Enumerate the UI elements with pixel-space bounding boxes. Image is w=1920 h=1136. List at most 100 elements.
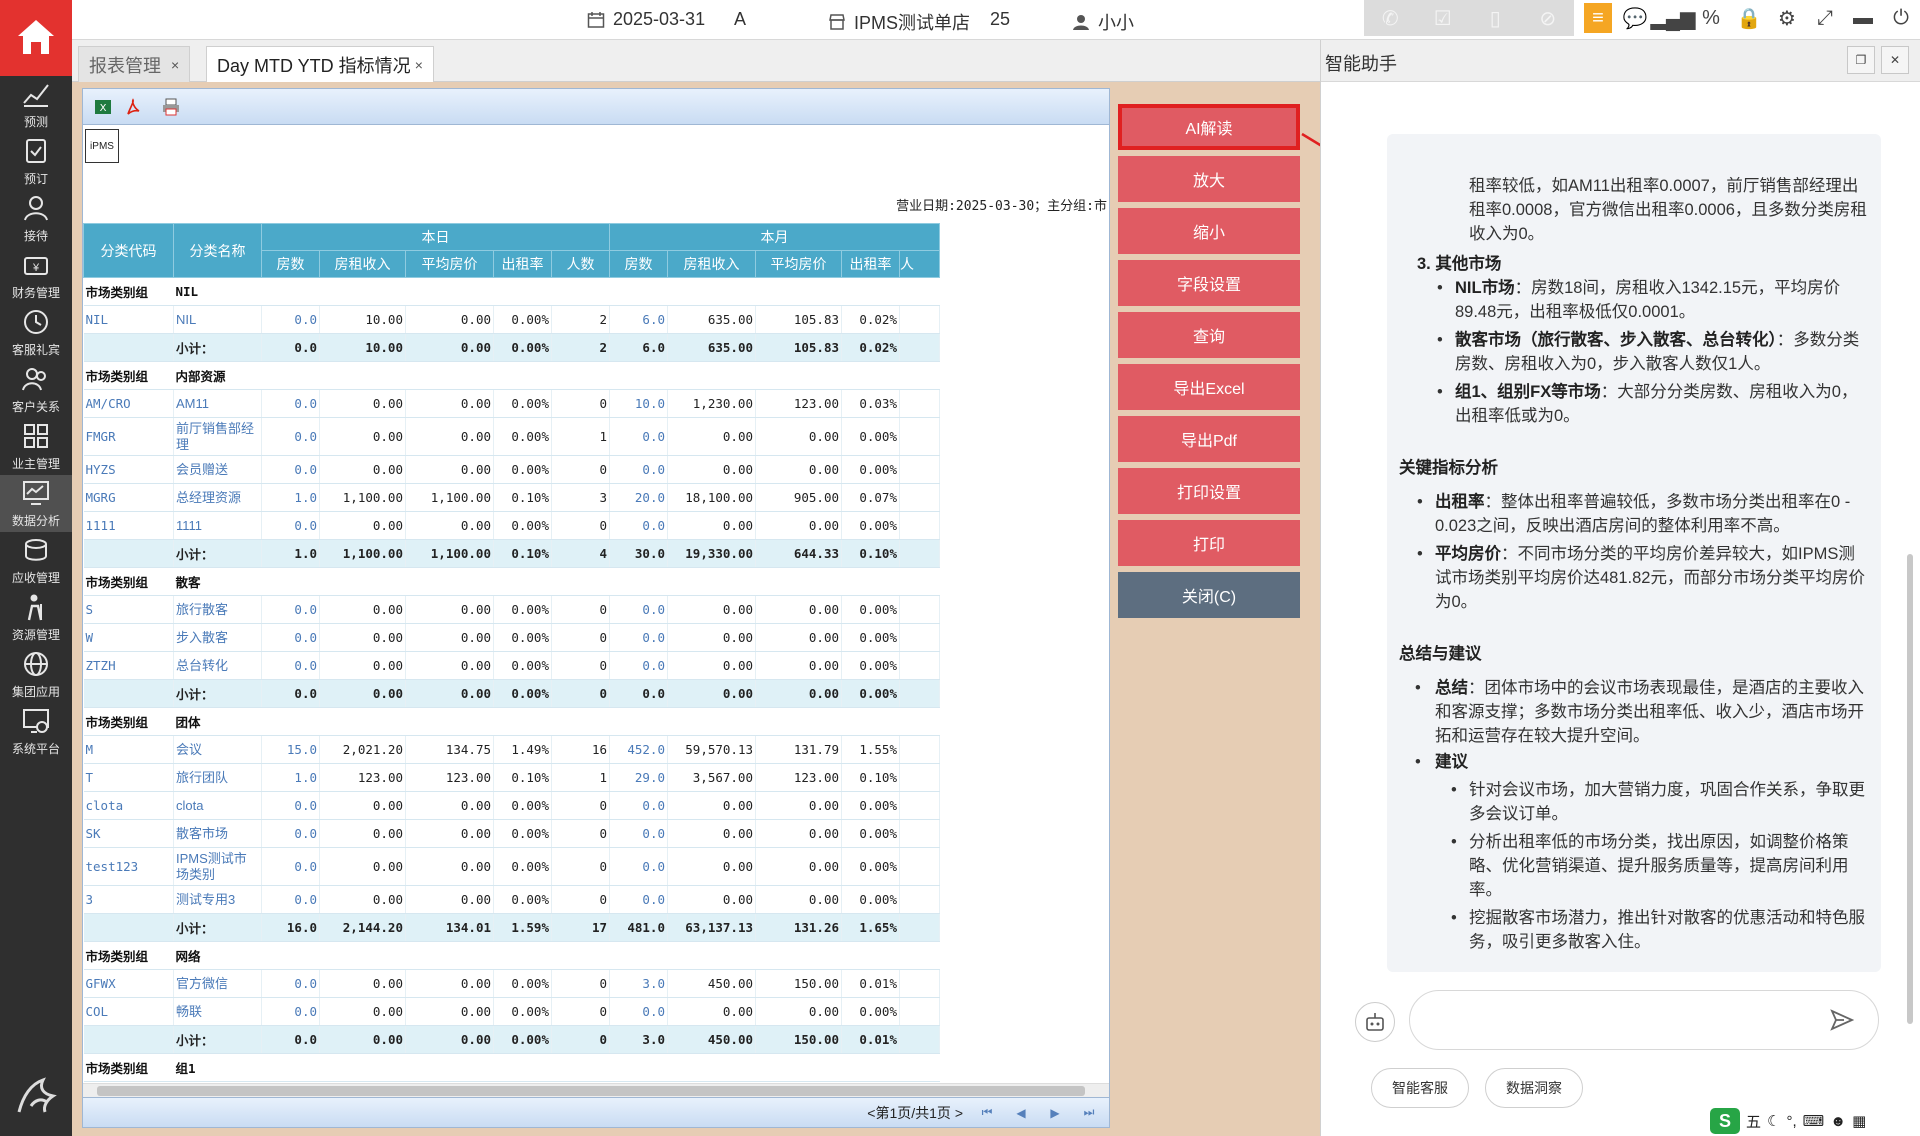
horizontal-scrollbar[interactable] [83, 1083, 1109, 1097]
print-icon[interactable] [157, 93, 185, 121]
sidebar-item-reception[interactable]: 接待 [0, 190, 72, 247]
door-icon[interactable]: ▯ [1482, 5, 1508, 31]
table-row[interactable]: clota clota 0.0 0.00 0.00 0.00% 0 0.0 0.00 0.00 0.… [83, 791, 940, 820]
table-row[interactable]: GFWX 官方微信 0.0 0.00 0.00 0.00% 0 3.0 450.00 150.00… [83, 969, 940, 998]
sidebar-item-forecast[interactable]: 预测 [0, 76, 72, 133]
ime-logo-icon[interactable]: S [1710, 1108, 1740, 1134]
table-row[interactable]: test123 IPMS测试市场类别 0.0 0.00 0.00 0.00% 0 0.0 0.0… [83, 847, 940, 886]
tab-report-management[interactable]: 报表管理 × [78, 46, 191, 82]
excel-icon[interactable]: X [89, 93, 117, 121]
scroll-thumb[interactable] [97, 1086, 1085, 1096]
sidebar-item-receivable[interactable]: 应收管理 [0, 532, 72, 589]
table-cell: 0.02% [841, 305, 900, 334]
table-row[interactable]: S 旅行散客 0.0 0.00 0.00 0.00% 0 0.0 0.00 0.00 0.00% [83, 595, 940, 624]
checklist-icon[interactable]: ☑ [1430, 5, 1456, 31]
phone-icon[interactable]: ✆ [1377, 5, 1403, 31]
table-cell: GFWX [83, 969, 174, 998]
zoom-out-button[interactable]: 缩小 [1118, 208, 1300, 254]
table-cell: AM11 [173, 389, 262, 418]
next-page-icon[interactable]: ▶ [1045, 1103, 1065, 1123]
lock-icon[interactable]: 🔒 [1736, 5, 1762, 31]
table-row[interactable]: T 旅行团队 1.0 123.00 123.00 0.10% 1 29.0 3,567.00 12… [83, 763, 940, 792]
tab-day-mtd-ytd[interactable]: Day MTD YTD 指标情况 × [206, 46, 434, 83]
table-row[interactable]: MGRG 总经理资源 1.0 1,100.00 1,100.00 0.10% 3 20.0 18… [83, 483, 940, 512]
table-row[interactable]: COL 畅联 0.0 0.00 0.00 0.00% 0 0.0 0.00 0.00 0.00% [83, 997, 940, 1026]
table-row[interactable]: ZTZH 总台转化 0.0 0.00 0.00 0.00% 0 0.0 0.00 0.00 0.00… [83, 651, 940, 680]
restore-icon[interactable]: ❐ [1847, 46, 1875, 74]
bullet: • [1437, 279, 1443, 297]
moon-icon[interactable]: ☾ [1767, 1112, 1780, 1130]
sidebar-item-concierge[interactable]: 客服礼宾 [0, 304, 72, 361]
smart-service-chip[interactable]: 智能客服 [1371, 1068, 1469, 1108]
table-cell [899, 969, 940, 998]
table-row[interactable]: NIL NIL 0.0 10.00 0.00 0.00% 2 6.0 635.00 105.83 0… [83, 305, 940, 334]
signal-icon[interactable]: ▂▄▆ [1651, 5, 1696, 31]
export-pdf-button[interactable]: 导出Pdf [1118, 416, 1300, 462]
home-icon[interactable] [0, 0, 72, 76]
zoom-in-button[interactable]: 放大 [1118, 156, 1300, 202]
export-excel-button[interactable]: 导出Excel [1118, 364, 1300, 410]
sidebar-item-system[interactable]: 系统平台 [0, 703, 72, 760]
close-icon[interactable]: × [171, 57, 179, 73]
gear-icon[interactable]: ⚙ [1774, 5, 1800, 31]
sidebar-item-data-analysis[interactable]: 数据分析 [0, 475, 72, 532]
finance-icon: ¥ [21, 250, 51, 284]
close-icon[interactable]: ✕ [1881, 46, 1909, 74]
ai-interpret-button[interactable]: AI解读 [1118, 104, 1300, 150]
chat-input[interactable] [1409, 990, 1879, 1050]
message-icon[interactable]: 💬 [1622, 5, 1648, 31]
prev-page-icon[interactable]: ◀ [1011, 1103, 1031, 1123]
robot-icon[interactable] [1355, 1002, 1395, 1042]
table-row[interactable]: 3 测试专用3 0.0 0.00 0.00 0.00% 0 0.0 0.00 0.00 0.00% [83, 885, 940, 914]
col-rooms: 房数 [261, 250, 320, 278]
last-page-icon[interactable]: ⏭ [1079, 1103, 1099, 1123]
print-settings-button[interactable]: 打印设置 [1118, 468, 1300, 514]
query-button[interactable]: 查询 [1118, 312, 1300, 358]
table-cell: 0.00 [405, 651, 494, 680]
ime-mode[interactable]: 五 [1746, 1111, 1761, 1132]
punctuation-icon[interactable]: °, [1786, 1113, 1796, 1130]
table-row[interactable]: FMGR 前厅销售部经理 0.0 0.00 0.00 0.00% 1 0.0 0.00 0.00 0… [83, 417, 940, 456]
table-row[interactable]: M 会议 15.0 2,021.20 134.75 1.49% 16 452.0 59,570.… [83, 735, 940, 764]
menu-icon[interactable]: ≡ [1584, 3, 1612, 33]
skin-icon[interactable]: ☻ [1830, 1113, 1846, 1130]
clean-icon[interactable]: ⊘ [1535, 5, 1561, 31]
user-menu[interactable]: 小小 [1072, 9, 1134, 35]
first-page-icon[interactable]: ⏮ [977, 1103, 997, 1123]
print-button[interactable]: 打印 [1118, 520, 1300, 566]
assistant-title: 智能助手 [1325, 54, 1397, 74]
subtotal-cell: 3.0 [609, 1025, 668, 1054]
table-row[interactable]: W 步入散客 0.0 0.00 0.00 0.00% 0 0.0 0.00 0.00 0.00% [83, 623, 940, 652]
rate-icon[interactable]: % [1698, 5, 1724, 31]
hotel-selector[interactable]: IPMS测试单店 [828, 9, 970, 35]
sidebar-item-customer[interactable]: 客户关系 [0, 361, 72, 418]
table-cell: 905.00 [755, 483, 842, 512]
close-button[interactable]: 关闭(C) [1118, 572, 1300, 618]
table-cell: 0.00 [755, 595, 842, 624]
table-row[interactable]: AM/CRO AM11 0.0 0.00 0.00 0.00% 0 10.0 1,230.00 1… [83, 389, 940, 418]
table-row[interactable]: 1111 1111 0.0 0.00 0.00 0.00% 0 0.0 0.00 0.00 0.00… [83, 511, 940, 540]
sidebar-item-finance[interactable]: ¥ 财务管理 [0, 247, 72, 304]
business-date[interactable]: 2025-03-31 [587, 9, 705, 30]
sidebar-item-resource[interactable]: 资源管理 [0, 589, 72, 646]
table-cell: 0.0 [609, 511, 668, 540]
pdf-icon[interactable] [119, 93, 147, 121]
table-row[interactable]: HYZS 会员赠送 0.0 0.00 0.00 0.00% 0 0.0 0.00 0.00 0.00… [83, 455, 940, 484]
table-cell: 总台转化 [173, 651, 262, 680]
fullscreen-icon[interactable]: ⤢ [1812, 5, 1838, 31]
sidebar-item-owner[interactable]: 业主管理 [0, 418, 72, 475]
grid-icon[interactable]: ▦ [1852, 1112, 1866, 1130]
power-icon[interactable]: ⏻ [1888, 5, 1914, 31]
minimize-icon[interactable]: ▬ [1850, 5, 1876, 31]
sidebar-item-group-app[interactable]: 集团应用 [0, 646, 72, 703]
keyboard-icon[interactable]: ⌨ [1803, 1112, 1825, 1130]
subtotal-cell: 0.00 [319, 679, 406, 708]
close-icon[interactable]: × [415, 57, 423, 73]
assistant-scrollbar[interactable] [1907, 134, 1915, 1034]
table-row[interactable]: SK 散客市场 0.0 0.00 0.00 0.00% 0 0.0 0.00 0.00 0.00% [83, 819, 940, 848]
sidebar-item-reservation[interactable]: 预订 [0, 133, 72, 190]
field-settings-button[interactable]: 字段设置 [1118, 260, 1300, 306]
data-insight-chip[interactable]: 数据洞察 [1485, 1068, 1583, 1108]
scroll-thumb[interactable] [1907, 554, 1913, 1024]
send-icon[interactable] [1830, 1009, 1854, 1031]
